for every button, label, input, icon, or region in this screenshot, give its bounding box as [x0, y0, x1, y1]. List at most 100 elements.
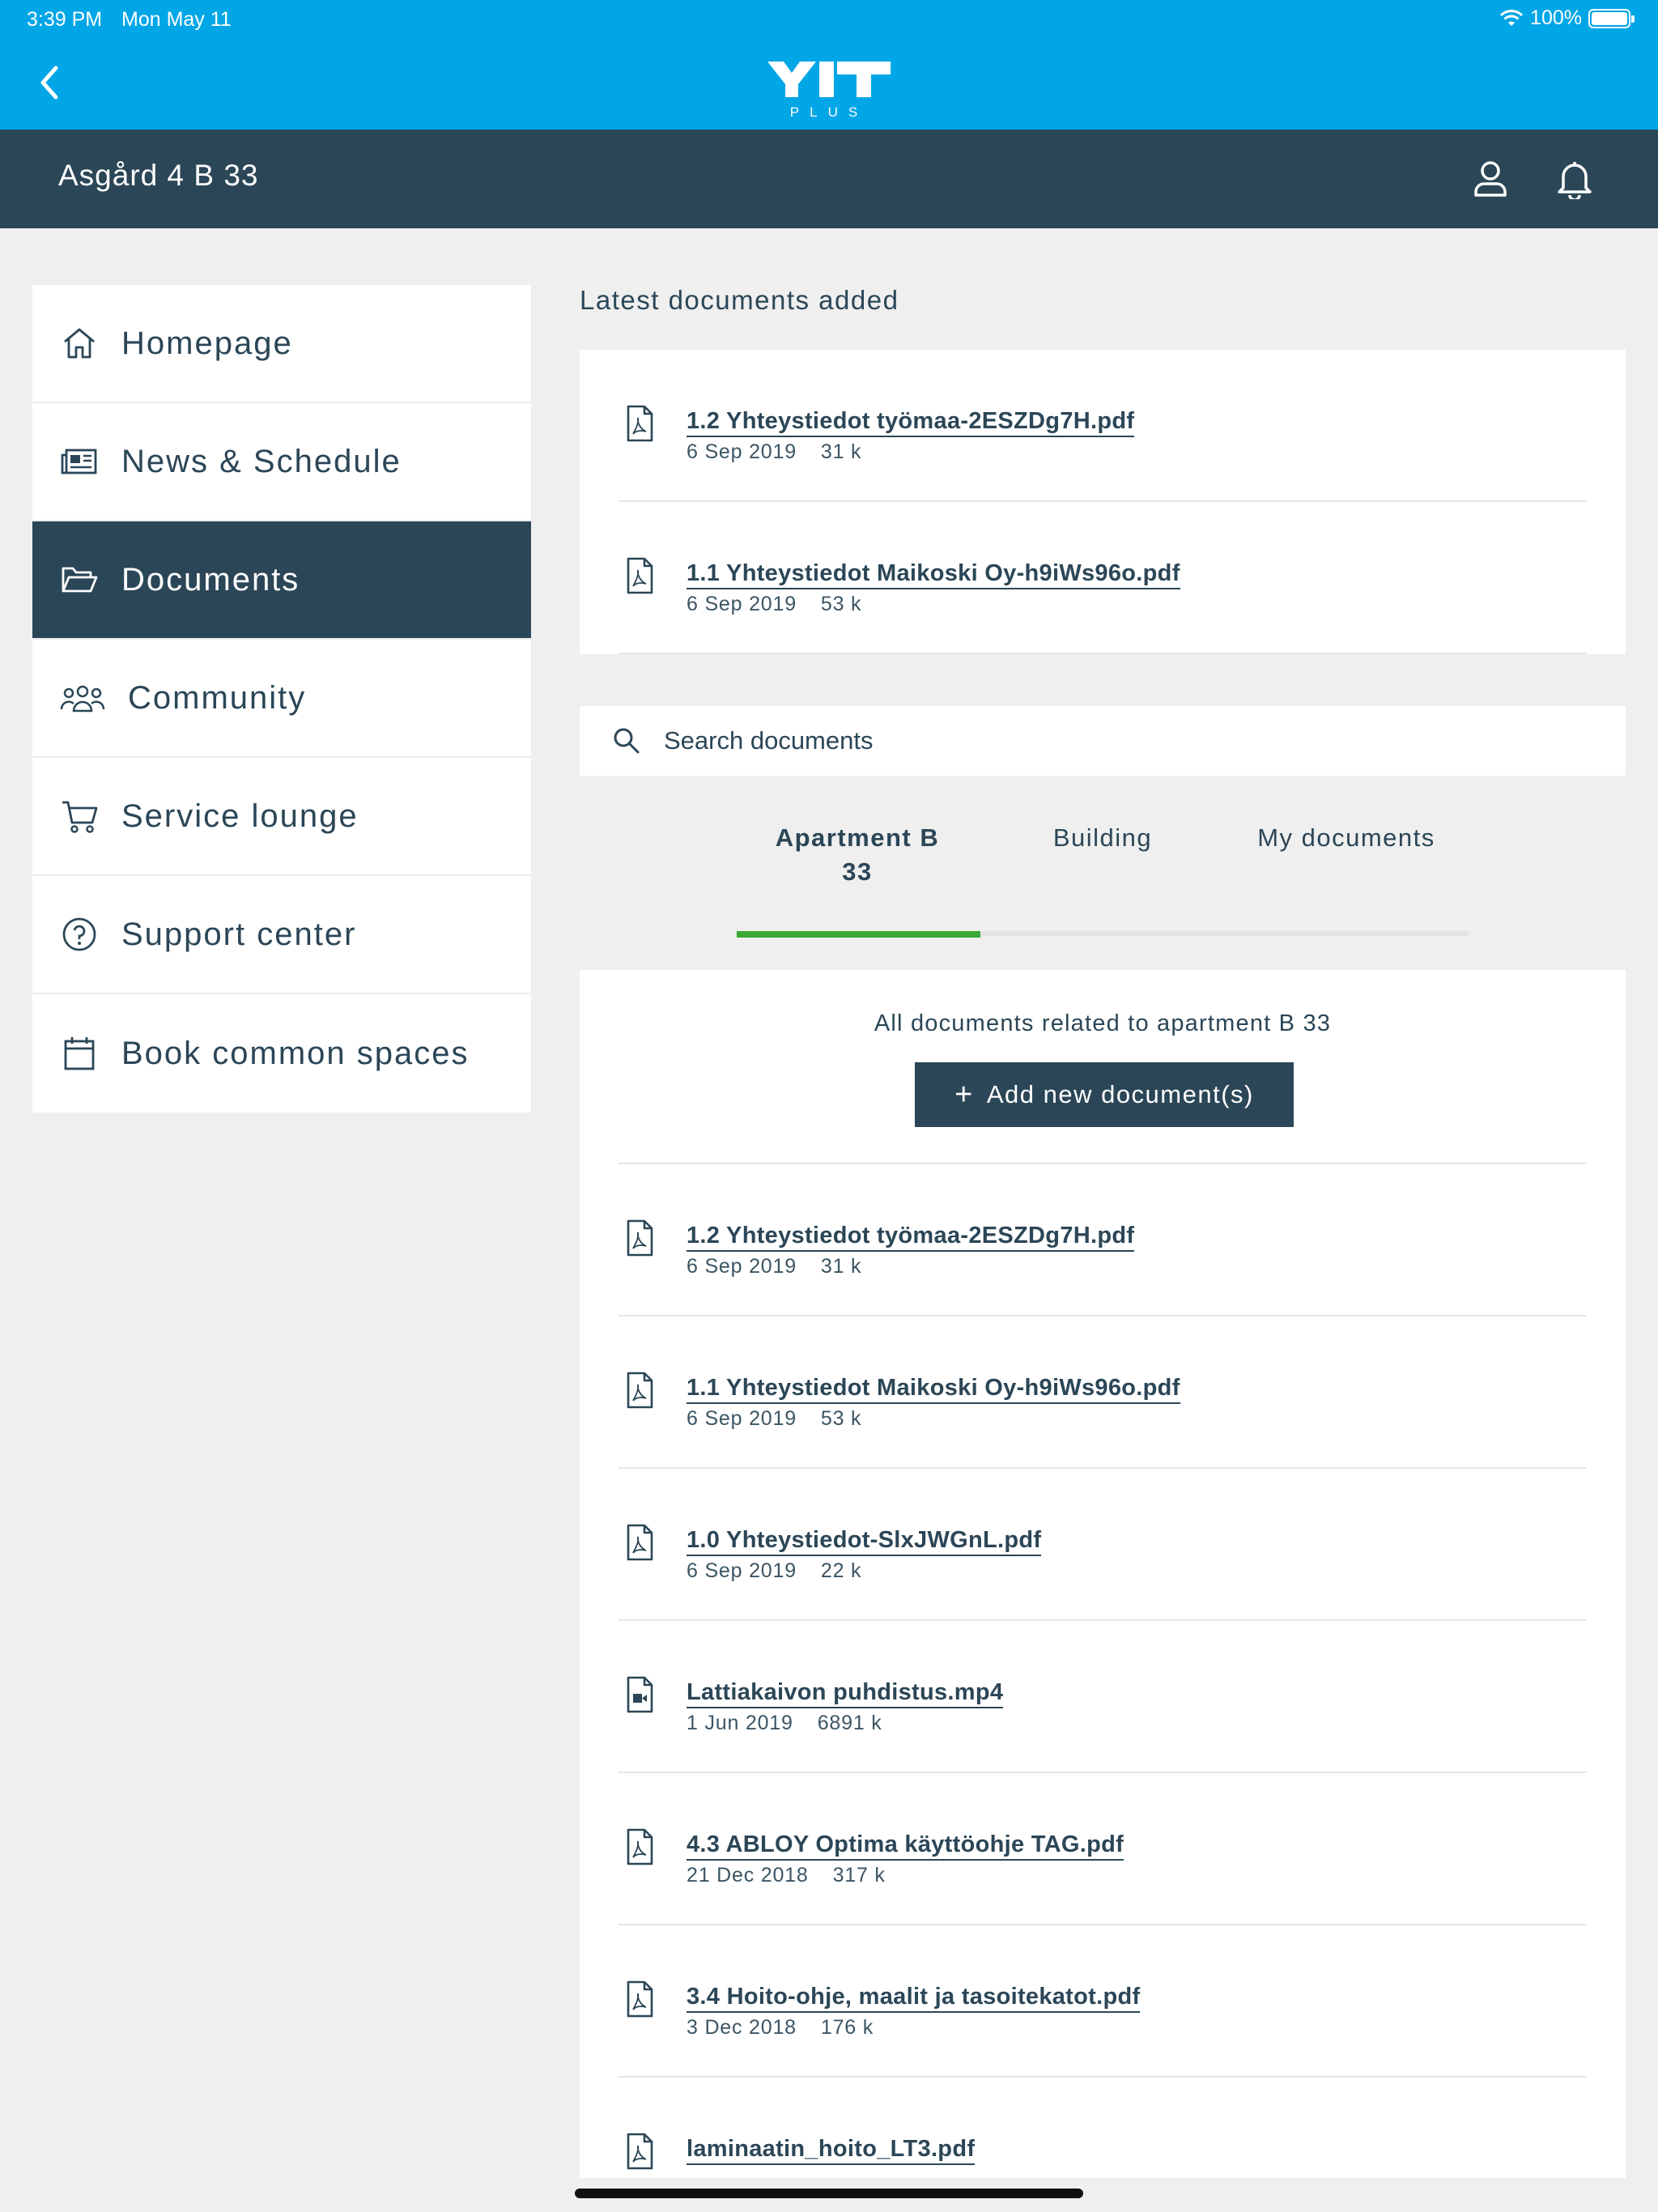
status-right: 100%	[1499, 6, 1635, 30]
document-tabs: Apartment B 33 Building My documents	[580, 776, 1626, 970]
pdf-file-icon	[627, 1219, 653, 1257]
document-row[interactable]: 1.1 Yhteystiedot Maikoski Oy-h9iWs96o.pd…	[619, 1317, 1587, 1469]
add-document-label: Add new document(s)	[986, 1080, 1254, 1108]
sidebar-item-label: Book common spaces	[121, 1035, 470, 1071]
document-meta: 6 Sep 2019 53 k	[687, 593, 861, 616]
help-icon	[60, 915, 99, 954]
document-date: 6 Sep 2019	[687, 593, 797, 615]
pdf-file-icon	[627, 1524, 653, 1561]
document-size: 31 k	[820, 1255, 862, 1278]
sidebar-item-label: Support center	[121, 916, 357, 952]
document-name[interactable]: 1.1 Yhteystiedot Maikoski Oy-h9iWs96o.pd…	[687, 560, 1180, 589]
document-meta: 6 Sep 2019 31 k	[687, 440, 861, 464]
documents-description: All documents related to apartment B 33	[874, 1010, 1332, 1036]
pdf-file-icon	[627, 1372, 653, 1409]
sidebar-item-label: Homepage	[121, 325, 293, 361]
sidebar-item-homepage[interactable]: Homepage	[32, 285, 531, 403]
document-date: 21 Dec 2018	[687, 1864, 809, 1887]
document-size: 31 k	[820, 440, 862, 463]
people-icon	[60, 678, 105, 717]
sidebar-item-service-lounge[interactable]: Service lounge	[32, 758, 531, 876]
sidebar-item-news-schedule[interactable]: News & Schedule	[32, 403, 531, 521]
pdf-file-icon	[627, 1980, 653, 2018]
document-name[interactable]: 1.0 Yhteystiedot-SlxJWGnL.pdf	[687, 1527, 1042, 1556]
search-input[interactable]	[664, 726, 1554, 755]
pdf-file-icon	[627, 1828, 653, 1865]
document-size: 53 k	[820, 1407, 862, 1430]
document-meta: 21 Dec 2018 317 k	[687, 1864, 886, 1887]
document-name[interactable]: 1.1 Yhteystiedot Maikoski Oy-h9iWs96o.pd…	[687, 1375, 1180, 1404]
tab-my-documents[interactable]: My documents	[1225, 821, 1468, 855]
document-size: 317 k	[832, 1864, 886, 1887]
tab-building[interactable]: Building	[981, 821, 1224, 855]
document-size: 53 k	[820, 593, 862, 615]
video-file-icon	[627, 1676, 653, 1713]
document-row[interactable]: 1.2 Yhteystiedot työmaa-2ESZDg7H.pdf 6 Se…	[619, 1164, 1587, 1317]
plus-icon: +	[954, 1078, 974, 1112]
document-meta: 6 Sep 2019 22 k	[687, 1559, 861, 1583]
battery-percent: 100%	[1530, 6, 1582, 29]
document-meta: 1 Jun 2019 6891 k	[687, 1712, 882, 1735]
newspaper-icon	[60, 442, 99, 481]
notifications-button[interactable]	[1546, 151, 1603, 207]
document-meta: 3 Dec 2018 176 k	[687, 2016, 874, 2040]
status-bar: 3:39 PM Mon May 11 100%	[0, 0, 1658, 39]
document-name[interactable]: laminaatin_hoito_LT3.pdf	[687, 2136, 976, 2165]
sidebar-item-community[interactable]: Community	[32, 640, 531, 758]
sidebar-item-support-center[interactable]: Support center	[32, 876, 531, 994]
document-row[interactable]: 3.4 Hoito-ohje, maalit ja tasoitekatot.p…	[619, 1925, 1587, 2078]
tab-apartment[interactable]: Apartment B 33	[736, 821, 979, 889]
pdf-file-icon	[627, 557, 653, 594]
calendar-icon	[60, 1034, 99, 1073]
document-name[interactable]: 3.4 Hoito-ohje, maalit ja tasoitekatot.p…	[687, 1984, 1141, 2013]
documents-card: All documents related to apartment B 33 …	[580, 970, 1626, 2184]
search-bar	[580, 706, 1626, 776]
bell-icon	[1558, 162, 1592, 199]
folder-icon	[60, 560, 99, 599]
document-name[interactable]: 1.2 Yhteystiedot työmaa-2ESZDg7H.pdf	[687, 408, 1135, 437]
yit-plus-logo: PLUS	[767, 62, 891, 120]
document-size: 176 k	[820, 2016, 874, 2039]
latest-document-row[interactable]: 1.2 Yhteystiedot työmaa-2ESZDg7H.pdf 6 S…	[619, 350, 1587, 502]
home-indicator[interactable]	[575, 2189, 1083, 2198]
latest-document-row[interactable]: 1.1 Yhteystiedot Maikoski Oy-h9iWs96o.pd…	[619, 502, 1587, 654]
sidebar-item-documents[interactable]: Documents	[32, 521, 531, 640]
latest-documents-title: Latest documents added	[580, 285, 899, 315]
back-button[interactable]	[24, 58, 73, 107]
document-date: 6 Sep 2019	[687, 1255, 797, 1278]
sidebar-nav: Homepage News & Schedule Documents Commu…	[32, 285, 531, 1112]
cart-icon	[60, 797, 99, 836]
document-row[interactable]: 4.3 ABLOY Optima käyttöohje TAG.pdf 21 De…	[619, 1773, 1587, 1925]
document-meta: 6 Sep 2019 53 k	[687, 1407, 861, 1431]
document-name[interactable]: Lattiakaivon puhdistus.mp4	[687, 1679, 1004, 1708]
main-content: Latest documents added 1.2 Yhteystiedot …	[580, 285, 1626, 2184]
sidebar-item-label: Service lounge	[121, 798, 359, 834]
document-row[interactable]: Lattiakaivon puhdistus.mp4 1 Jun 2019 6891…	[619, 1621, 1587, 1773]
add-document-button[interactable]: + Add new document(s)	[915, 1062, 1294, 1127]
location-header: Asgård 4 B 33	[0, 130, 1658, 228]
logo-sub: PLUS	[790, 104, 868, 120]
latest-documents-card: 1.2 Yhteystiedot työmaa-2ESZDg7H.pdf 6 S…	[580, 350, 1626, 654]
profile-button[interactable]	[1462, 151, 1519, 207]
document-size: 6891 k	[817, 1712, 882, 1734]
document-name[interactable]: 1.2 Yhteystiedot työmaa-2ESZDg7H.pdf	[687, 1223, 1135, 1252]
document-name[interactable]: 4.3 ABLOY Optima käyttöohje TAG.pdf	[687, 1831, 1124, 1861]
document-row[interactable]: laminaatin_hoito_LT3.pdf	[619, 2078, 1587, 2184]
chevron-left-icon	[40, 66, 58, 100]
document-meta: 6 Sep 2019 31 k	[687, 1255, 861, 1278]
home-icon	[60, 324, 99, 363]
status-time: 3:39 PM	[27, 8, 103, 31]
document-date: 6 Sep 2019	[687, 1559, 797, 1582]
document-date: 1 Jun 2019	[687, 1712, 793, 1734]
documents-header: All documents related to apartment B 33 …	[619, 970, 1587, 1164]
wifi-icon	[1499, 9, 1524, 26]
document-date: 6 Sep 2019	[687, 1407, 797, 1430]
document-row[interactable]: 1.0 Yhteystiedot-SlxJWGnL.pdf 6 Sep 2019 2…	[619, 1469, 1587, 1621]
user-icon	[1474, 161, 1507, 197]
sidebar-item-book-common-spaces[interactable]: Book common spaces	[32, 994, 531, 1112]
pdf-file-icon	[627, 405, 653, 442]
search-icon	[614, 728, 640, 754]
sidebar-item-label: Documents	[121, 561, 300, 598]
document-size: 22 k	[820, 1559, 862, 1582]
active-tab-indicator	[737, 931, 980, 938]
